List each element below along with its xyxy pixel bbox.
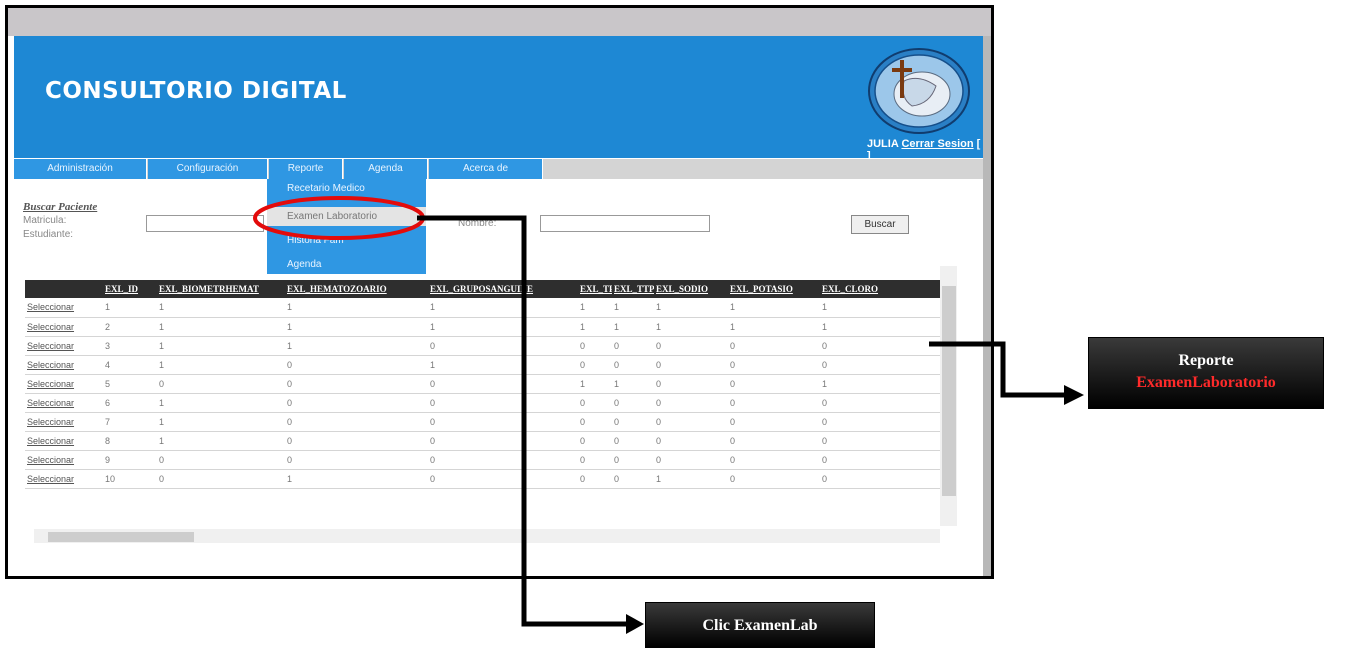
callout-report-line2: ExamenLaboratorio	[1136, 374, 1276, 391]
arrowhead-report	[1064, 385, 1084, 405]
callout-click-examenlab: Clic ExamenLab	[645, 602, 875, 648]
connector-arrow-report	[929, 341, 1066, 398]
arrowhead-click	[626, 614, 644, 634]
callout-report-line1: Reporte	[1178, 352, 1234, 369]
callout-reporte-examenlaboratorio: Reporte ExamenLaboratorio	[1088, 337, 1324, 409]
connector-arrow-click	[417, 215, 628, 627]
highlight-ellipse	[253, 196, 425, 240]
annotation-overlay	[253, 196, 1084, 634]
